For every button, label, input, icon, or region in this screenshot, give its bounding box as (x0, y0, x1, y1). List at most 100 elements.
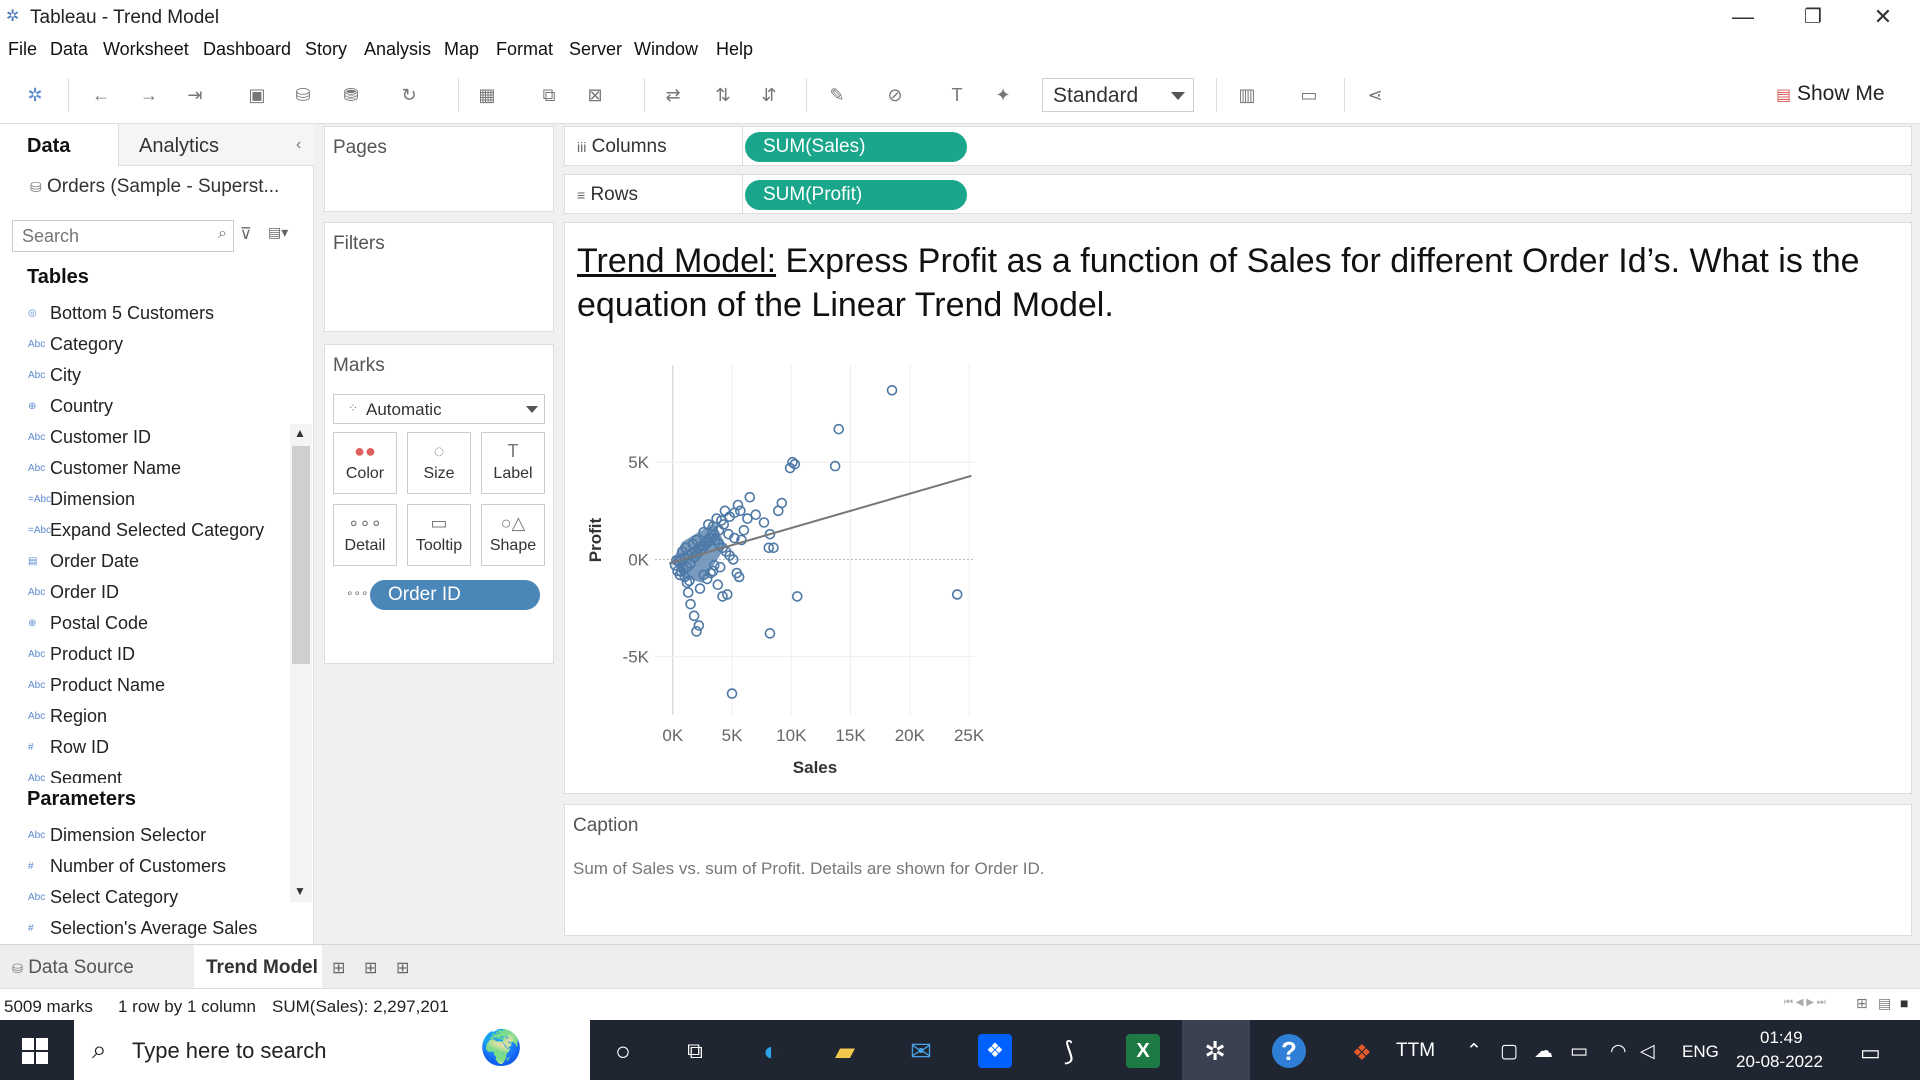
save-icon[interactable]: ▣ (246, 84, 268, 106)
ttm-app-icon[interactable]: ❖ (1352, 1040, 1372, 1066)
edge-icon[interactable]: ◐ (754, 1034, 788, 1068)
pages-card[interactable]: Pages (324, 126, 554, 212)
menu-server[interactable]: Server (569, 39, 622, 60)
table-field-item[interactable]: =AbcDimension (28, 488, 135, 514)
swift-icon[interactable]: ⟆ (1052, 1034, 1086, 1068)
help-icon[interactable]: ? (1272, 1034, 1306, 1068)
order-id-detail-pill[interactable]: Order ID (370, 580, 540, 610)
close-button[interactable]: ✕ (1848, 0, 1918, 34)
fix-axes-icon[interactable]: ✦ (992, 84, 1014, 106)
menu-worksheet[interactable]: Worksheet (103, 39, 189, 60)
table-field-item[interactable]: Abc Order ID (28, 581, 119, 607)
new-worksheet-tab-icon[interactable]: ⊞ (332, 958, 345, 978)
tab-data-source[interactable]: ⛁ Data Source (0, 945, 194, 989)
show-cards-icon[interactable]: ▥ (1236, 84, 1258, 106)
mail-icon[interactable]: ✉ (904, 1034, 938, 1068)
replay-icon[interactable]: ⇥ (184, 84, 206, 106)
sheet-sorter-icon[interactable]: ⊞ (1856, 995, 1868, 1012)
task-view-icon[interactable]: ⧉ (678, 1034, 712, 1068)
table-field-item[interactable]: Abc Segment (28, 767, 122, 783)
scatter-chart[interactable]: 0K 5K 10K 15K 20K 25K 5K 0K -5K Sales Profit (565, 353, 1005, 793)
tab-trend-model[interactable]: Trend Model (194, 945, 322, 989)
group-members-icon[interactable]: ⊘ (884, 84, 906, 106)
clock-date[interactable]: 20-08-2022 (1736, 1052, 1823, 1072)
duplicate-sheet-icon[interactable]: ⧉ (538, 84, 560, 106)
table-field-item[interactable]: ⊕ Country (28, 395, 113, 421)
color-mark-button[interactable]: ●● Color (333, 432, 397, 494)
menu-data[interactable]: Data (50, 39, 88, 60)
fit-select[interactable]: Standard (1042, 78, 1194, 112)
share-icon[interactable]: ⋖ (1364, 84, 1386, 106)
table-field-item[interactable]: Abc Product ID (28, 643, 135, 669)
table-field-item[interactable]: ◎ Bottom 5 Customers (28, 302, 214, 328)
table-field-item[interactable]: Abc City (28, 364, 81, 390)
cortana-icon[interactable]: ○ (606, 1034, 640, 1068)
clock-time[interactable]: 01:49 (1760, 1028, 1803, 1048)
search-input[interactable] (22, 226, 202, 247)
pause-updates-icon[interactable]: ⛃ (340, 84, 362, 106)
dropbox-icon[interactable]: ❖ (978, 1034, 1012, 1068)
volume-icon[interactable]: ◁ (1640, 1040, 1655, 1063)
scrollbar-thumb[interactable] (292, 446, 310, 664)
detail-mark-button[interactable]: ∘∘∘ Detail (333, 504, 397, 566)
new-dashboard-tab-icon[interactable]: ⊞ (364, 958, 377, 978)
label-mark-button[interactable]: T Label (481, 432, 545, 494)
parameter-field-item[interactable]: # Number of Customers (28, 855, 226, 881)
presentation-mode-icon[interactable]: ▭ (1298, 84, 1320, 106)
datasource-item[interactable]: ⛁ Orders (Sample - Superst... (30, 176, 279, 198)
table-field-item[interactable]: ▤ Order Date (28, 550, 139, 576)
taskbar-search[interactable]: ⌕ Type here to search 🌍 (74, 1020, 590, 1080)
table-field-item[interactable]: Abc Product Name (28, 674, 165, 700)
menu-format[interactable]: Format (496, 39, 553, 60)
menu-story[interactable]: Story (305, 39, 347, 60)
tab-analytics[interactable]: Analytics (118, 124, 314, 166)
sort-descending-icon[interactable]: ⇵ (758, 84, 780, 106)
filters-card[interactable]: Filters (324, 222, 554, 332)
mark-type-select[interactable]: ⁘ Automatic (333, 394, 545, 424)
battery-icon[interactable]: ▭ (1570, 1040, 1588, 1063)
show-me-button[interactable]: ▤ Show Me (1776, 82, 1885, 106)
parameter-field-item[interactable]: Abc Dimension Selector (28, 824, 206, 850)
parameter-field-item[interactable]: # Selection's Average Sales (28, 917, 257, 943)
new-datasource-icon[interactable]: ⛁ (292, 84, 314, 106)
redo-icon[interactable]: → (138, 84, 160, 106)
new-worksheet-icon[interactable]: ▦ (476, 84, 498, 106)
menu-dashboard[interactable]: Dashboard (203, 39, 291, 60)
table-field-item[interactable]: =AbcExpand Selected Category (28, 519, 264, 545)
size-mark-button[interactable]: ◌ Size (407, 432, 471, 494)
menu-help[interactable]: Help (716, 39, 753, 60)
excel-icon[interactable]: X (1126, 1034, 1160, 1068)
undo-icon[interactable]: ← (90, 84, 112, 106)
parameter-field-item[interactable]: Abc Select Category (28, 886, 178, 912)
view-options-icon[interactable]: ▤▾ (268, 224, 288, 241)
refresh-icon[interactable]: ↻ (398, 84, 420, 106)
tableau-taskbar-icon[interactable]: ✲ (1198, 1034, 1232, 1068)
sheet-navigation-icon[interactable]: ⏮ ◀ ▶ ⏭ (1784, 997, 1826, 1008)
clear-sheet-icon[interactable]: ⊠ (584, 84, 606, 106)
language-indicator[interactable]: ENG (1682, 1042, 1719, 1062)
notifications-icon[interactable]: ▭ (1860, 1040, 1881, 1066)
tab-data[interactable]: Data (0, 124, 118, 166)
table-field-item[interactable]: Abc Region (28, 705, 107, 731)
scroll-up-icon[interactable]: ▲ (294, 426, 306, 440)
menu-map[interactable]: Map (444, 39, 479, 60)
minimize-button[interactable]: — (1708, 0, 1778, 34)
collapse-pane-icon[interactable]: ‹ (296, 136, 301, 154)
show-mark-labels-icon[interactable]: T (946, 84, 968, 106)
sum-profit-pill[interactable]: SUM(Profit) (745, 180, 967, 210)
meet-now-icon[interactable]: ▢ (1500, 1040, 1518, 1063)
table-field-item[interactable]: ⊕ Postal Code (28, 612, 148, 638)
restore-button[interactable]: ❐ (1778, 0, 1848, 34)
wifi-icon[interactable]: ◠ (1610, 1040, 1627, 1063)
tableau-home-icon[interactable]: ✲ (24, 84, 46, 106)
tooltip-mark-button[interactable]: ▭ Tooltip (407, 504, 471, 566)
swap-rows-columns-icon[interactable]: ⇄ (662, 84, 684, 106)
sum-sales-pill[interactable]: SUM(Sales) (745, 132, 967, 162)
scroll-down-icon[interactable]: ▼ (294, 884, 306, 898)
filter-icon[interactable]: ⊽ (240, 224, 252, 244)
filmstrip-icon[interactable]: ▤ (1878, 995, 1891, 1012)
highlight-icon[interactable]: ✎ (826, 84, 848, 106)
file-explorer-icon[interactable]: ▰ (828, 1034, 862, 1068)
menu-analysis[interactable]: Analysis (364, 39, 431, 60)
table-field-item[interactable]: Abc Customer ID (28, 426, 151, 452)
